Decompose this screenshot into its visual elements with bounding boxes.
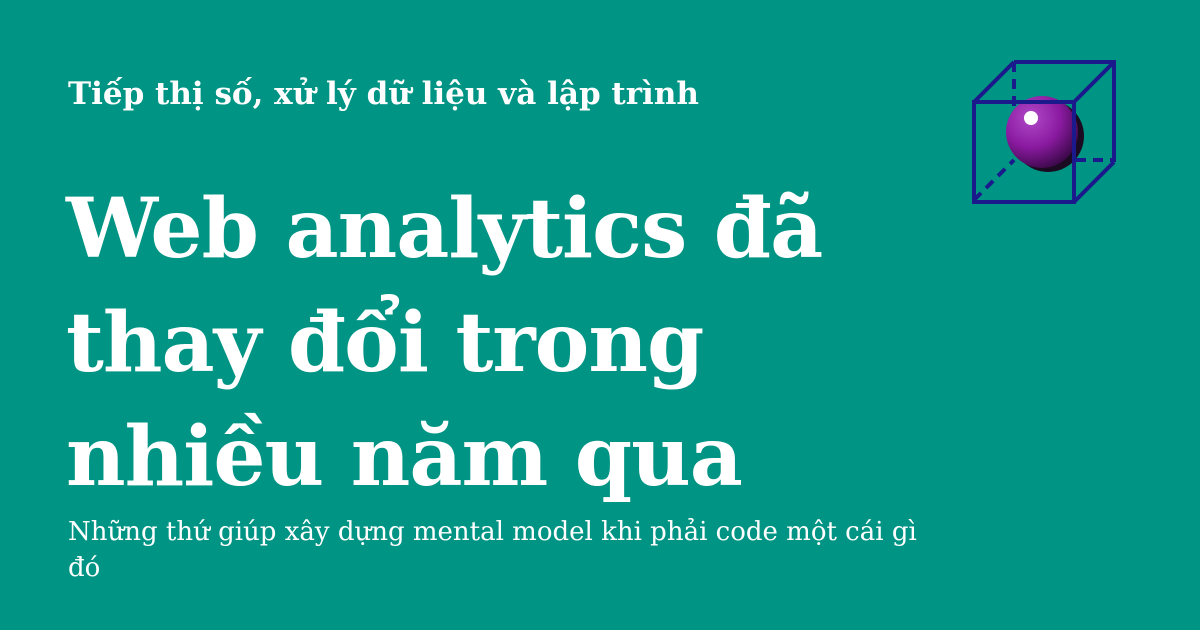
sphere: [1006, 96, 1078, 168]
page-subtitle: Những thứ giúp xây dựng mental model khi…: [68, 517, 917, 583]
social-card: { "kicker": "Tiếp thị số, xử lý dữ liệu …: [0, 0, 1200, 630]
sphere-highlight: [1024, 111, 1038, 125]
cube-sphere-logo-icon: [972, 60, 1116, 204]
cube-hidden-edge-diagonal: [972, 158, 1016, 202]
site-tagline: Tiếp thị số, xử lý dữ liệu và lập trình: [68, 76, 699, 112]
page-title: Web analytics đã thay đổi trong nhiều nă…: [66, 181, 823, 505]
